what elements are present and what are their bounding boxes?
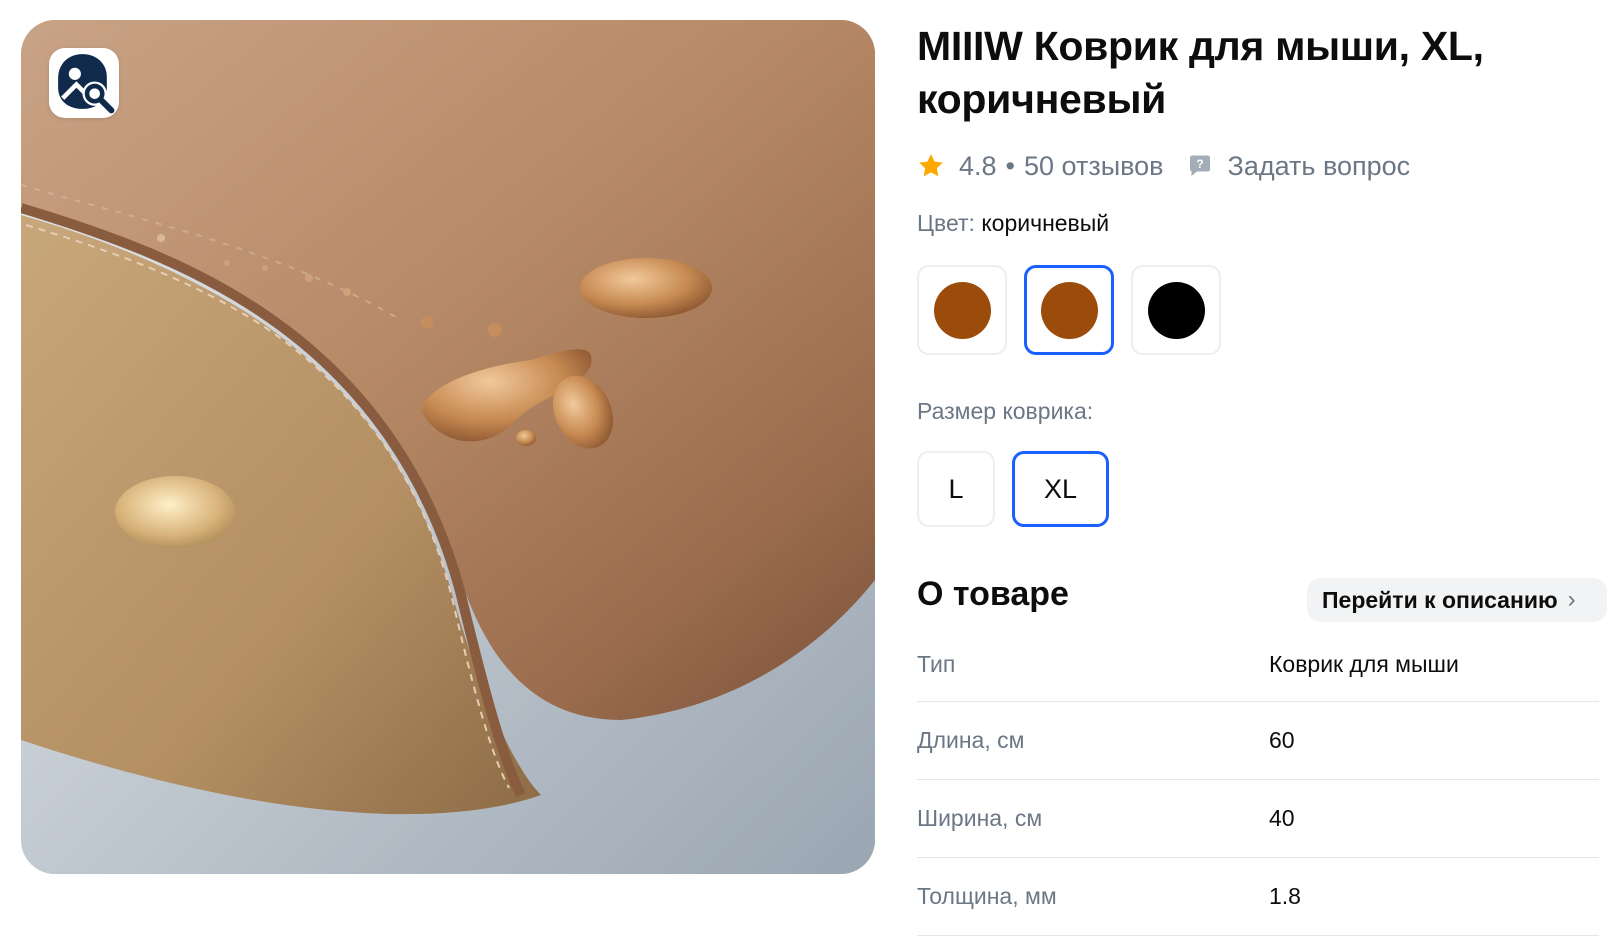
size-options: L XL <box>917 451 1109 527</box>
color-selected-value: коричневый <box>981 210 1110 236</box>
swatch-color <box>1147 281 1205 339</box>
swatch-color <box>1040 281 1098 339</box>
color-swatch-brown-2[interactable] <box>1024 265 1114 355</box>
mouse-pad-photo <box>21 20 875 874</box>
chevron-right-icon: › <box>1567 586 1576 613</box>
color-swatch-brown-1[interactable] <box>917 265 1007 355</box>
size-option-xl[interactable]: XL <box>1012 451 1109 527</box>
image-search-button[interactable] <box>49 48 119 118</box>
question-chat-icon: ? <box>1189 155 1210 176</box>
svg-text:?: ? <box>1196 157 1203 171</box>
spec-value: 1.8 <box>1269 883 1301 909</box>
rating-value: 4.8 <box>959 150 997 181</box>
reviews-link[interactable]: 50 отзывов <box>1024 151 1164 182</box>
spec-key: Ширина, см <box>917 805 1043 831</box>
spec-key: Толщина, мм <box>917 883 1057 909</box>
swatch-color <box>933 281 991 339</box>
spec-table: Тип Коврик для мыши Длина, см 60 Ширина,… <box>917 628 1599 936</box>
spec-value: 40 <box>1269 805 1295 831</box>
spec-row: Тип Коврик для мыши <box>917 628 1599 702</box>
image-search-icon <box>58 54 115 114</box>
about-section-title: О товаре <box>917 575 1069 613</box>
rating-row: 4.8 • 50 отзывов ? Задать вопрос <box>917 146 1410 186</box>
spec-value: Коврик для мыши <box>1269 651 1459 677</box>
goto-description-label: Перейти к описанию <box>1322 586 1558 613</box>
spec-key: Длина, см <box>917 727 1025 753</box>
color-label-text: Цвет: <box>917 210 975 236</box>
color-swatches <box>917 265 1221 355</box>
size-option-l[interactable]: L <box>917 451 995 527</box>
product-info-panel: MIIIW Коврик для мыши, XL, коричневый 4.… <box>917 0 1607 936</box>
ask-question-button[interactable]: ? Задать вопрос <box>1186 150 1411 182</box>
spec-row: Ширина, см 40 <box>917 780 1599 858</box>
size-label: Размер коврика: <box>917 398 1094 424</box>
rating-separator: • <box>1005 150 1015 181</box>
color-swatch-black[interactable] <box>1131 265 1221 355</box>
spec-key: Тип <box>917 651 956 677</box>
spec-value: 60 <box>1269 727 1295 753</box>
spec-row: Длина, см 60 <box>917 702 1599 780</box>
spec-row: Толщина, мм 1.8 <box>917 858 1599 936</box>
product-title: MIIIW Коврик для мыши, XL, коричневый <box>917 23 1484 122</box>
product-image[interactable] <box>21 20 875 874</box>
star-icon <box>919 154 943 177</box>
goto-description-button[interactable]: Перейти к описанию › <box>1307 578 1607 622</box>
color-label: Цвет: коричневый <box>917 210 1109 237</box>
ask-question-label: Задать вопрос <box>1227 150 1411 181</box>
